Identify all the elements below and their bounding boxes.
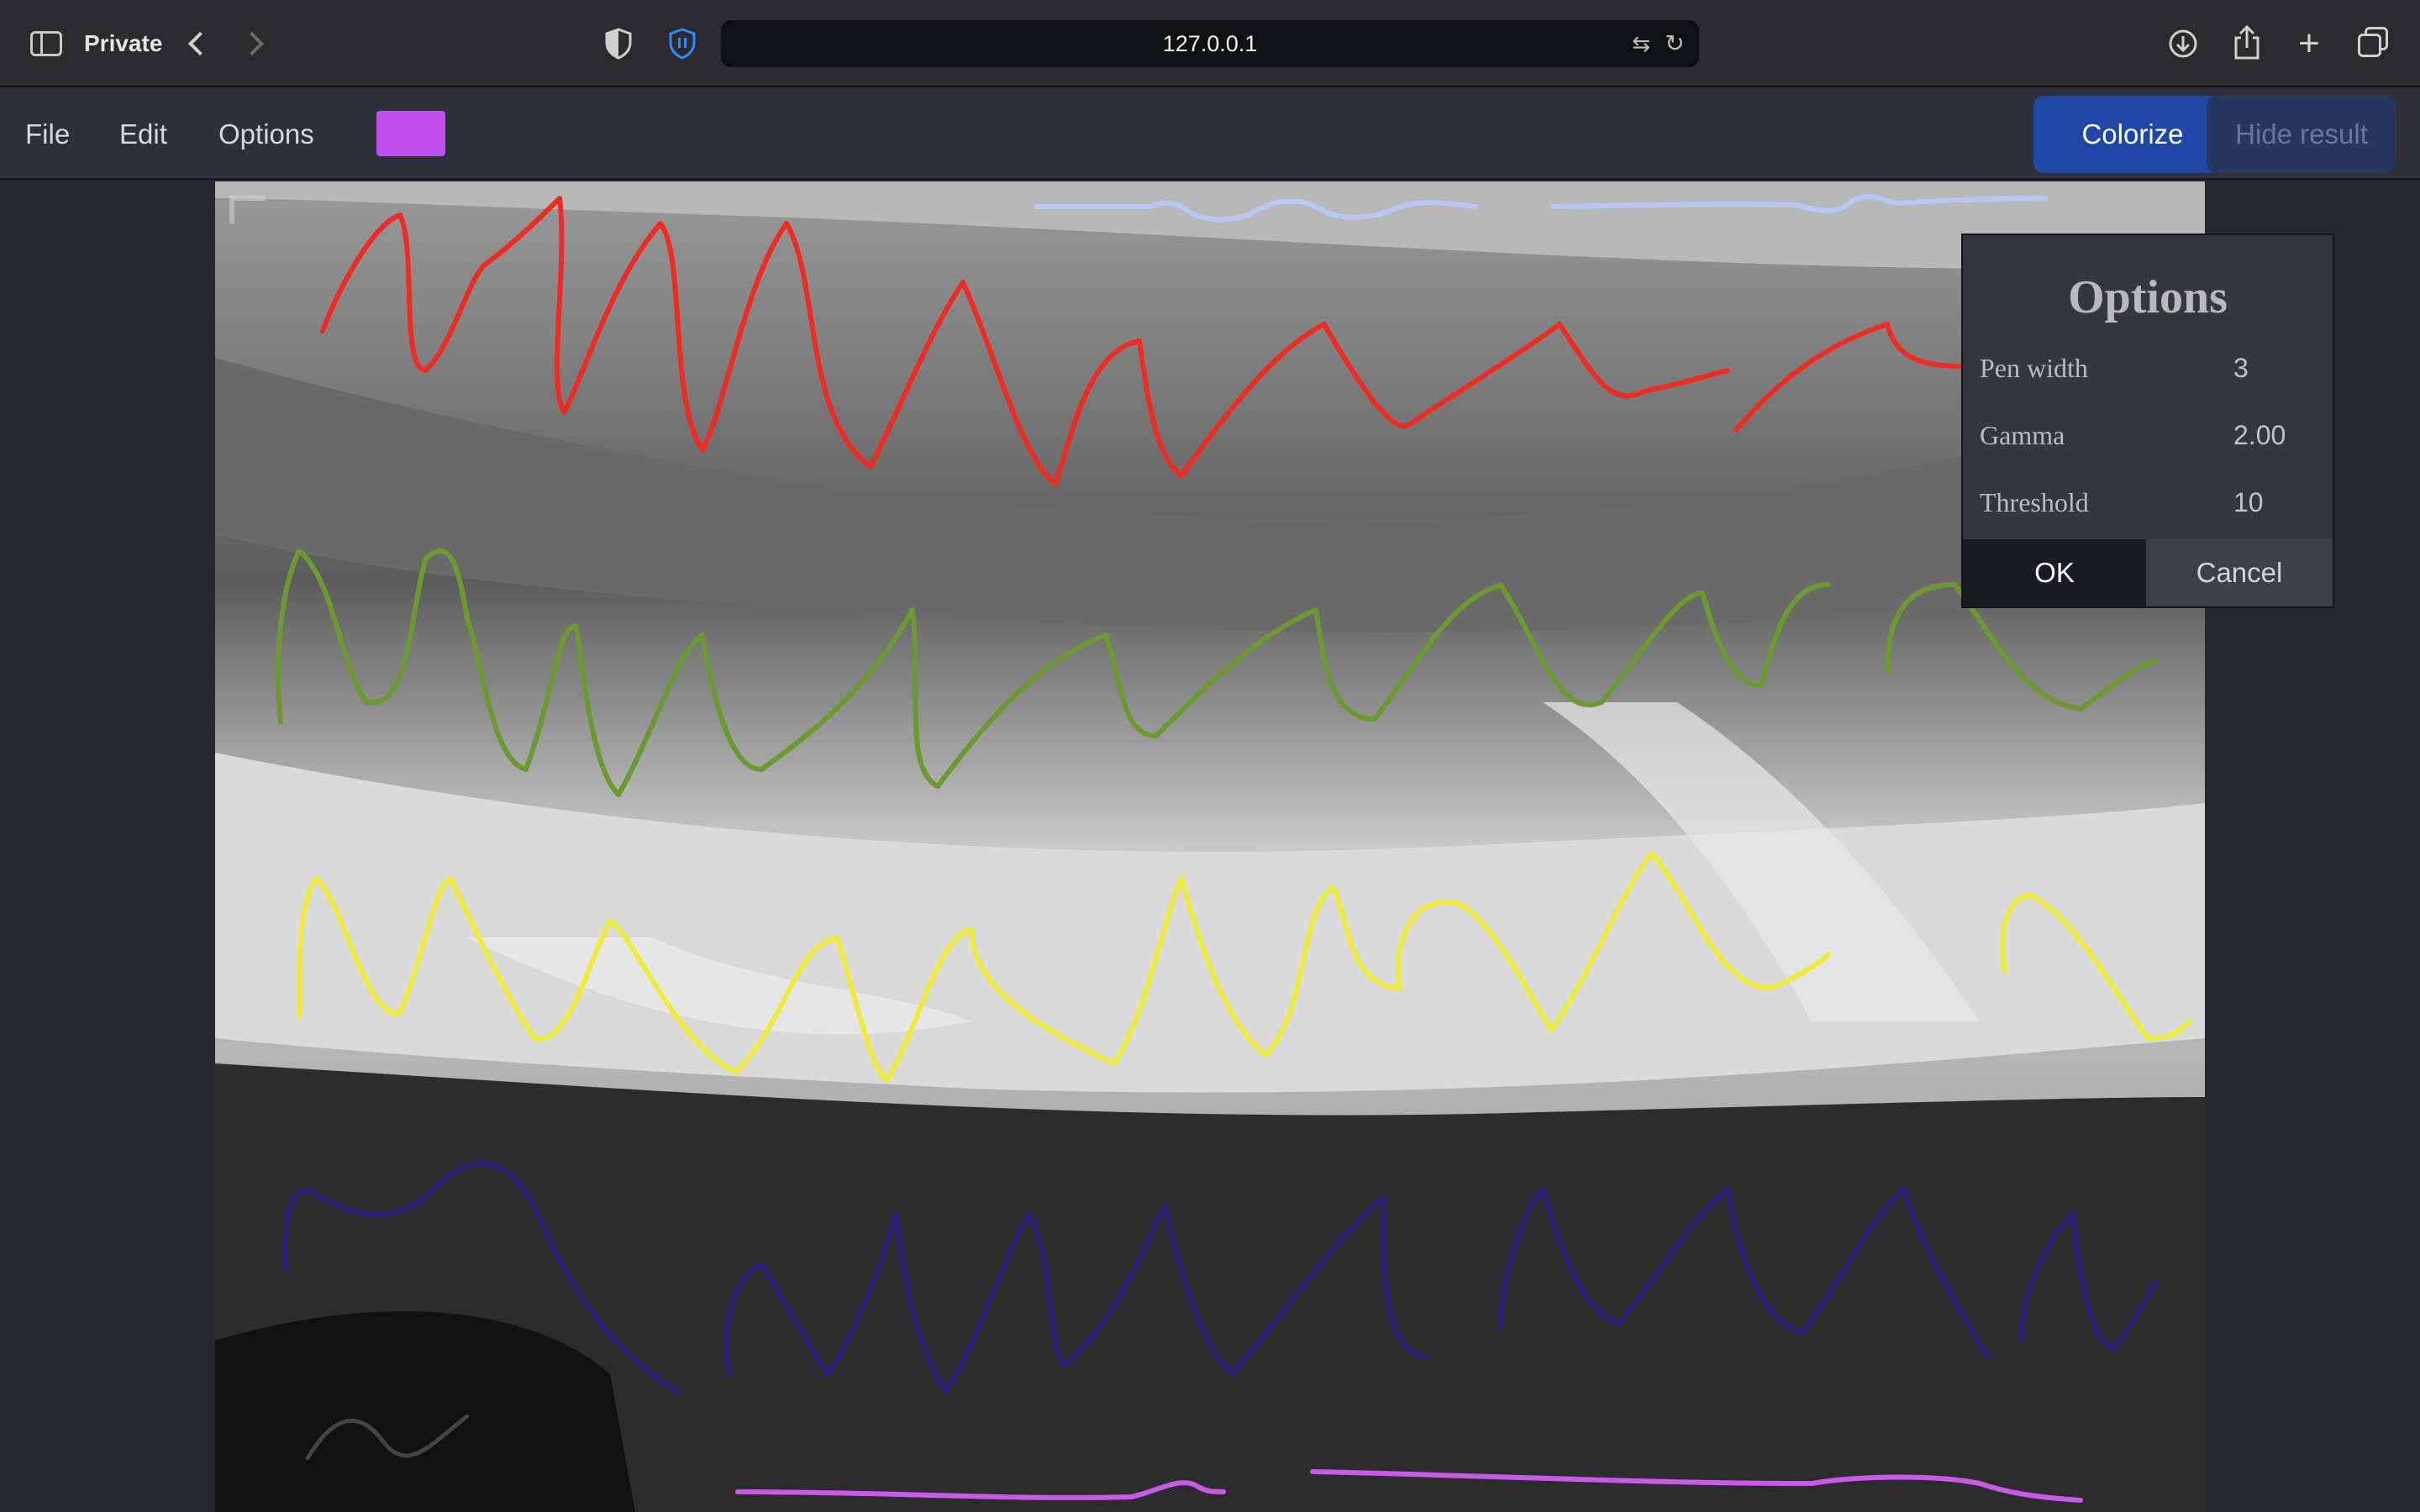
- tabs-icon-front: [2358, 34, 2381, 57]
- app-toolbar: File Edit Options Colorize Hide result: [0, 89, 2420, 180]
- sidebar-toggle-button[interactable]: Private: [30, 25, 162, 62]
- menu-options[interactable]: Options: [218, 114, 314, 155]
- sidebar-icon: [30, 31, 62, 56]
- extension-button[interactable]: [664, 24, 701, 64]
- drawing-canvas[interactable]: [215, 181, 2205, 1512]
- share-icon: [2234, 24, 2260, 60]
- gamma-label: Gamma: [1980, 420, 2065, 450]
- new-tab-button[interactable]: +: [2291, 23, 2328, 64]
- canvas-image[interactable]: [215, 181, 2205, 1512]
- forward-button[interactable]: [237, 24, 274, 64]
- gamma-row: Gamma 2.00: [1980, 417, 2316, 454]
- hide-result-button[interactable]: Hide result: [2207, 96, 2396, 173]
- menu-edit[interactable]: Edit: [119, 114, 167, 155]
- pen-width-label: Pen width: [1980, 353, 2088, 383]
- reload-icon[interactable]: ↻: [1660, 29, 1689, 59]
- download-icon: [2169, 29, 2197, 58]
- pen-color-swatch[interactable]: [376, 111, 445, 156]
- pen-width-row: Pen width 3: [1980, 349, 2316, 386]
- threshold-input[interactable]: 10: [2233, 484, 2264, 521]
- url-text: 127.0.0.1: [1162, 31, 1258, 56]
- cancel-button[interactable]: Cancel: [2146, 539, 2333, 606]
- chevron-left-icon: [187, 31, 213, 56]
- pen-width-input[interactable]: 3: [2233, 349, 2249, 386]
- dialog-title: Options: [2068, 271, 2228, 323]
- browser-toolbar: Private 127.0.0.1 ⇆ ↻ +: [0, 0, 2420, 87]
- plus-icon: +: [2298, 23, 2320, 64]
- colorize-button[interactable]: Colorize: [2033, 96, 2232, 173]
- threshold-row: Threshold 10: [1980, 484, 2316, 521]
- bitwarden-shield-icon: [669, 28, 696, 60]
- menu-file[interactable]: File: [25, 114, 70, 155]
- translate-icon[interactable]: ⇆: [1625, 30, 1657, 57]
- chevron-right-icon: [239, 31, 265, 56]
- private-label: Private: [84, 30, 163, 56]
- back-button[interactable]: [178, 24, 215, 64]
- downloads-button[interactable]: [2165, 25, 2202, 62]
- address-bar[interactable]: 127.0.0.1 ⇆ ↻: [721, 20, 1699, 67]
- options-dialog: Options Pen width 3 Gamma 2.00 Threshold…: [1961, 234, 2334, 608]
- shield-half-icon: [605, 28, 632, 60]
- gamma-input[interactable]: 2.00: [2233, 417, 2286, 454]
- threshold-label: Threshold: [1980, 487, 2089, 517]
- share-button[interactable]: [2228, 22, 2265, 62]
- ok-button[interactable]: OK: [1963, 539, 2146, 606]
- dialog-button-row: OK Cancel: [1963, 539, 2333, 606]
- privacy-report-button[interactable]: [602, 25, 635, 62]
- tab-overview-button[interactable]: [2354, 25, 2391, 62]
